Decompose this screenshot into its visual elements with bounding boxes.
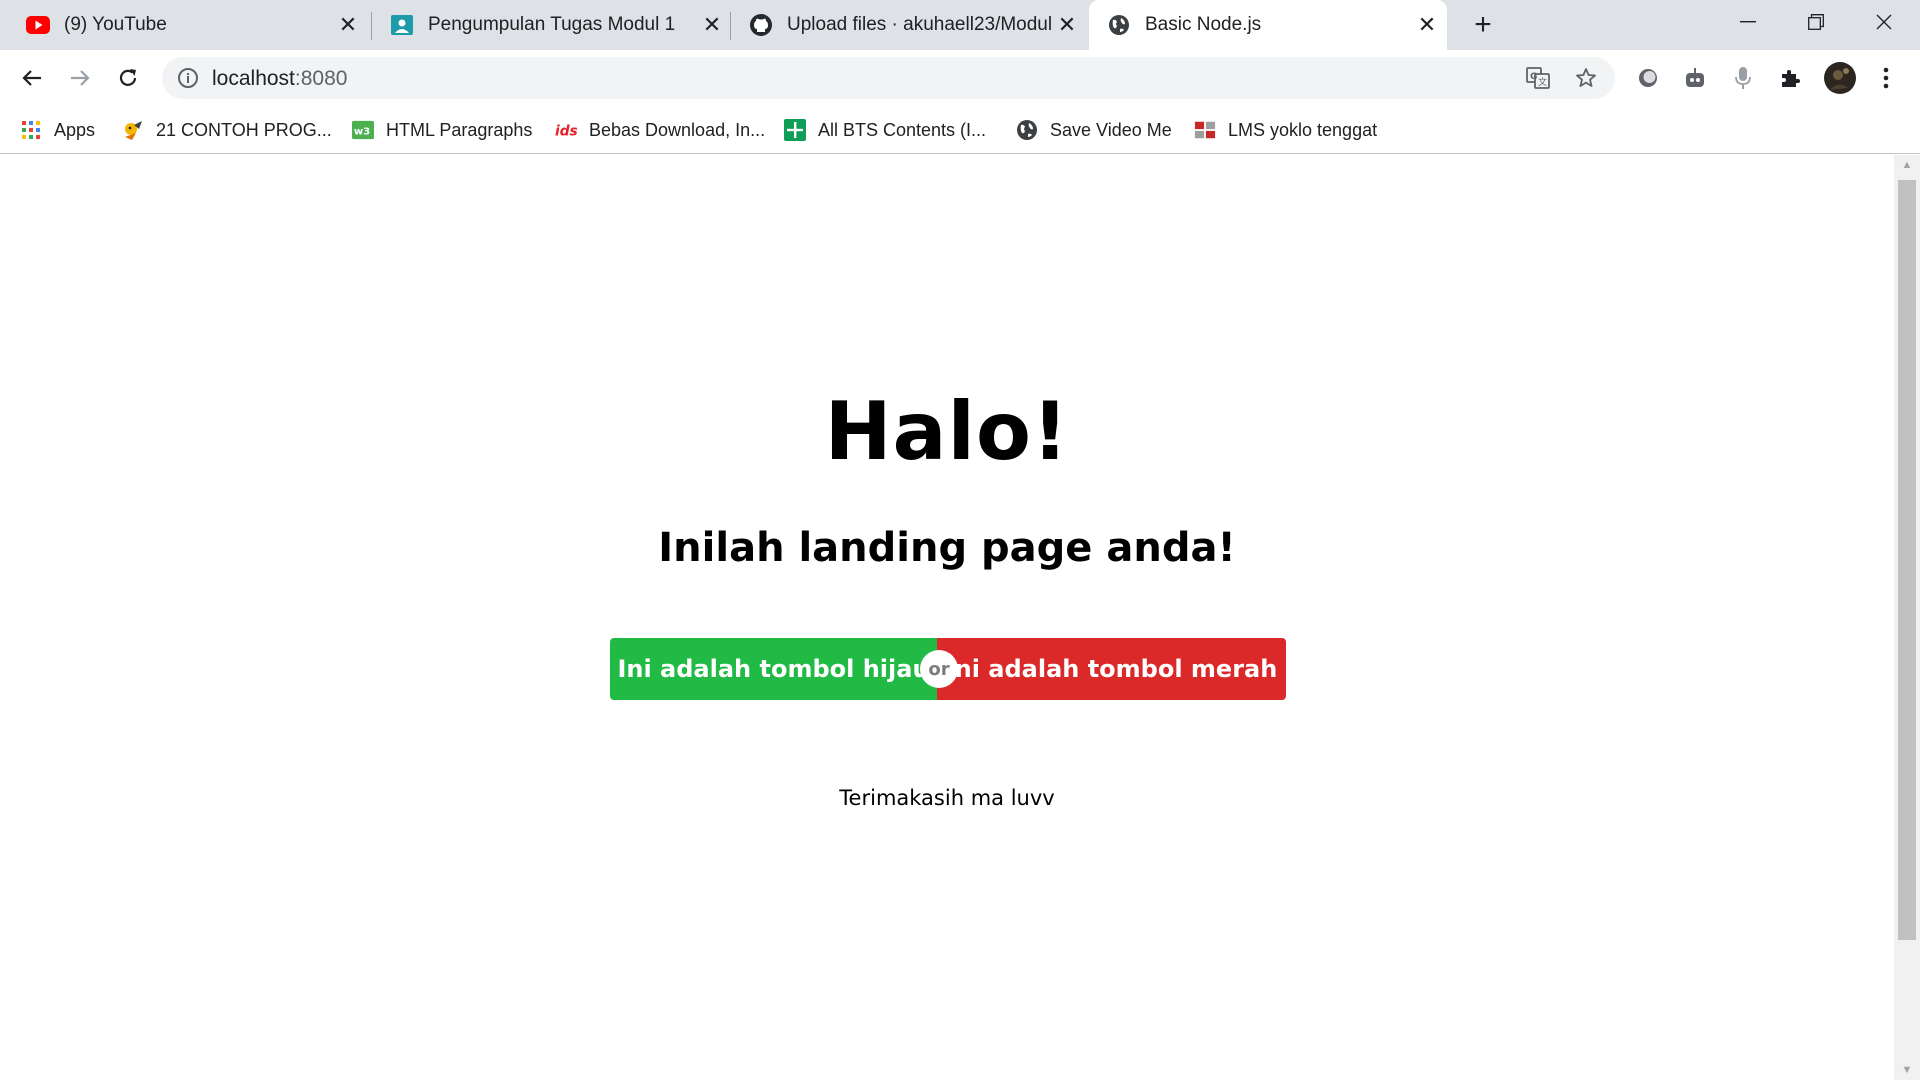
sheets-plus-icon — [784, 119, 806, 141]
tab-github[interactable]: Upload files · akuhaell23/Modul1 ✕ — [731, 0, 1087, 50]
tab-strip: (9) YouTube ✕ Pengumpulan Tugas Modul 1 … — [0, 0, 1920, 50]
reload-button[interactable] — [108, 58, 148, 98]
page-heading: Halo! — [824, 385, 1070, 478]
lms-logo-icon — [1194, 119, 1216, 141]
tab-title: Upload files · akuhaell23/Modul1 — [787, 14, 1053, 35]
scrollbar-thumb[interactable] — [1898, 180, 1916, 940]
button-group: Ini adalah tombol hijau Ini adalah tombo… — [610, 638, 1286, 700]
url-host: localhost — [212, 67, 295, 90]
url-text[interactable]: localhost:8080 — [212, 67, 347, 91]
translate-icon[interactable]: G文 — [1526, 66, 1550, 90]
svg-text:文: 文 — [1538, 76, 1547, 88]
tab-title: Pengumpulan Tugas Modul 1 — [428, 14, 676, 35]
w3schools-icon: w3 — [352, 119, 374, 141]
youtube-icon — [26, 13, 50, 37]
tab-basic-nodejs[interactable]: Basic Node.js ✕ — [1089, 0, 1447, 50]
close-tab-icon[interactable]: ✕ — [1413, 11, 1441, 39]
close-tab-icon[interactable]: ✕ — [698, 11, 726, 39]
page-subheading: Inilah landing page anda! — [658, 525, 1236, 571]
reload-icon — [119, 69, 137, 86]
bookmark-bts-contents[interactable]: All BTS Contents (I... — [784, 114, 986, 146]
back-arrow-icon — [22, 70, 41, 86]
bookmarks-bar: Apps 21 CONTOH PROG... w3 HTML Paragraph… — [0, 106, 1920, 154]
bookmark-html-paragraphs[interactable]: w3 HTML Paragraphs — [352, 114, 532, 146]
scroll-up-arrow-icon[interactable]: ▲ — [1894, 155, 1920, 175]
profile-avatar[interactable] — [1824, 62, 1856, 94]
bookmark-label: All BTS Contents (I... — [818, 119, 987, 140]
star-icon[interactable] — [1574, 66, 1598, 90]
close-tab-icon[interactable]: ✕ — [1053, 11, 1081, 39]
close-tab-icon[interactable]: ✕ — [334, 11, 362, 39]
bookmark-label: Save Video Me — [1050, 119, 1172, 140]
back-button[interactable] — [12, 58, 52, 98]
scroll-down-arrow-icon[interactable]: ▼ — [1894, 1060, 1920, 1080]
info-icon[interactable] — [176, 66, 200, 90]
microphone-icon[interactable] — [1729, 64, 1757, 92]
red-button[interactable]: Ini adalah tombol merah — [937, 638, 1286, 700]
green-button[interactable]: Ini adalah tombol hijau — [610, 638, 937, 700]
url-port: :8080 — [294, 67, 348, 90]
bookmark-label: HTML Paragraphs — [386, 119, 533, 140]
vertical-scrollbar[interactable]: ▲ ▼ — [1894, 155, 1920, 1080]
tab-title: Basic Node.js — [1145, 14, 1262, 35]
bookmark-bebas-download[interactable]: ids Bebas Download, In... — [555, 114, 765, 146]
new-tab-button[interactable]: + — [1466, 8, 1500, 42]
bookmark-apps[interactable]: Apps — [20, 114, 95, 146]
tab-classroom[interactable]: Pengumpulan Tugas Modul 1 ✕ — [372, 0, 732, 50]
bookmark-label: Apps — [54, 119, 96, 140]
globe-icon — [1016, 119, 1038, 141]
bookmark-contoh-prog[interactable]: 21 CONTOH PROG... — [122, 114, 332, 146]
svg-text:G: G — [1530, 72, 1537, 82]
ids-logo-icon: ids — [555, 119, 577, 141]
extension-circle-icon[interactable] — [1634, 64, 1662, 92]
forward-button[interactable] — [60, 58, 100, 98]
extension-robot-icon[interactable] — [1681, 64, 1709, 92]
cartoon-favicon-icon — [122, 119, 144, 141]
tab-youtube[interactable]: (9) YouTube ✕ — [8, 0, 368, 50]
svg-text:w3: w3 — [354, 127, 370, 138]
address-bar[interactable]: localhost:8080 G文 — [162, 57, 1615, 99]
bookmark-label: LMS yoklo tenggat — [1228, 119, 1378, 140]
forward-arrow-icon — [71, 70, 90, 86]
extensions-puzzle-icon[interactable] — [1776, 64, 1804, 92]
browser-toolbar: localhost:8080 G文 — [0, 50, 1920, 106]
menu-kebab-icon[interactable] — [1872, 64, 1900, 92]
classroom-icon — [390, 13, 414, 37]
bookmark-lms[interactable]: LMS yoklo tenggat — [1194, 114, 1377, 146]
svg-text:ids: ids — [555, 124, 577, 140]
or-divider: or — [920, 650, 958, 688]
bookmark-label: 21 CONTOH PROG... — [156, 119, 332, 140]
restore-button[interactable] — [1782, 0, 1850, 44]
globe-icon — [1107, 13, 1131, 37]
apps-grid-icon — [20, 119, 42, 141]
close-window-button[interactable] — [1850, 0, 1918, 44]
github-icon — [749, 13, 773, 37]
tab-title: (9) YouTube — [64, 14, 167, 35]
minimize-button[interactable] — [1714, 0, 1782, 44]
page-content: Halo! Inilah landing page anda! Ini adal… — [0, 155, 1894, 1080]
thank-you-text: Terimakasih ma luvv — [839, 786, 1055, 810]
bookmark-save-video[interactable]: Save Video Me — [1016, 114, 1172, 146]
bookmark-label: Bebas Download, In... — [589, 119, 766, 140]
